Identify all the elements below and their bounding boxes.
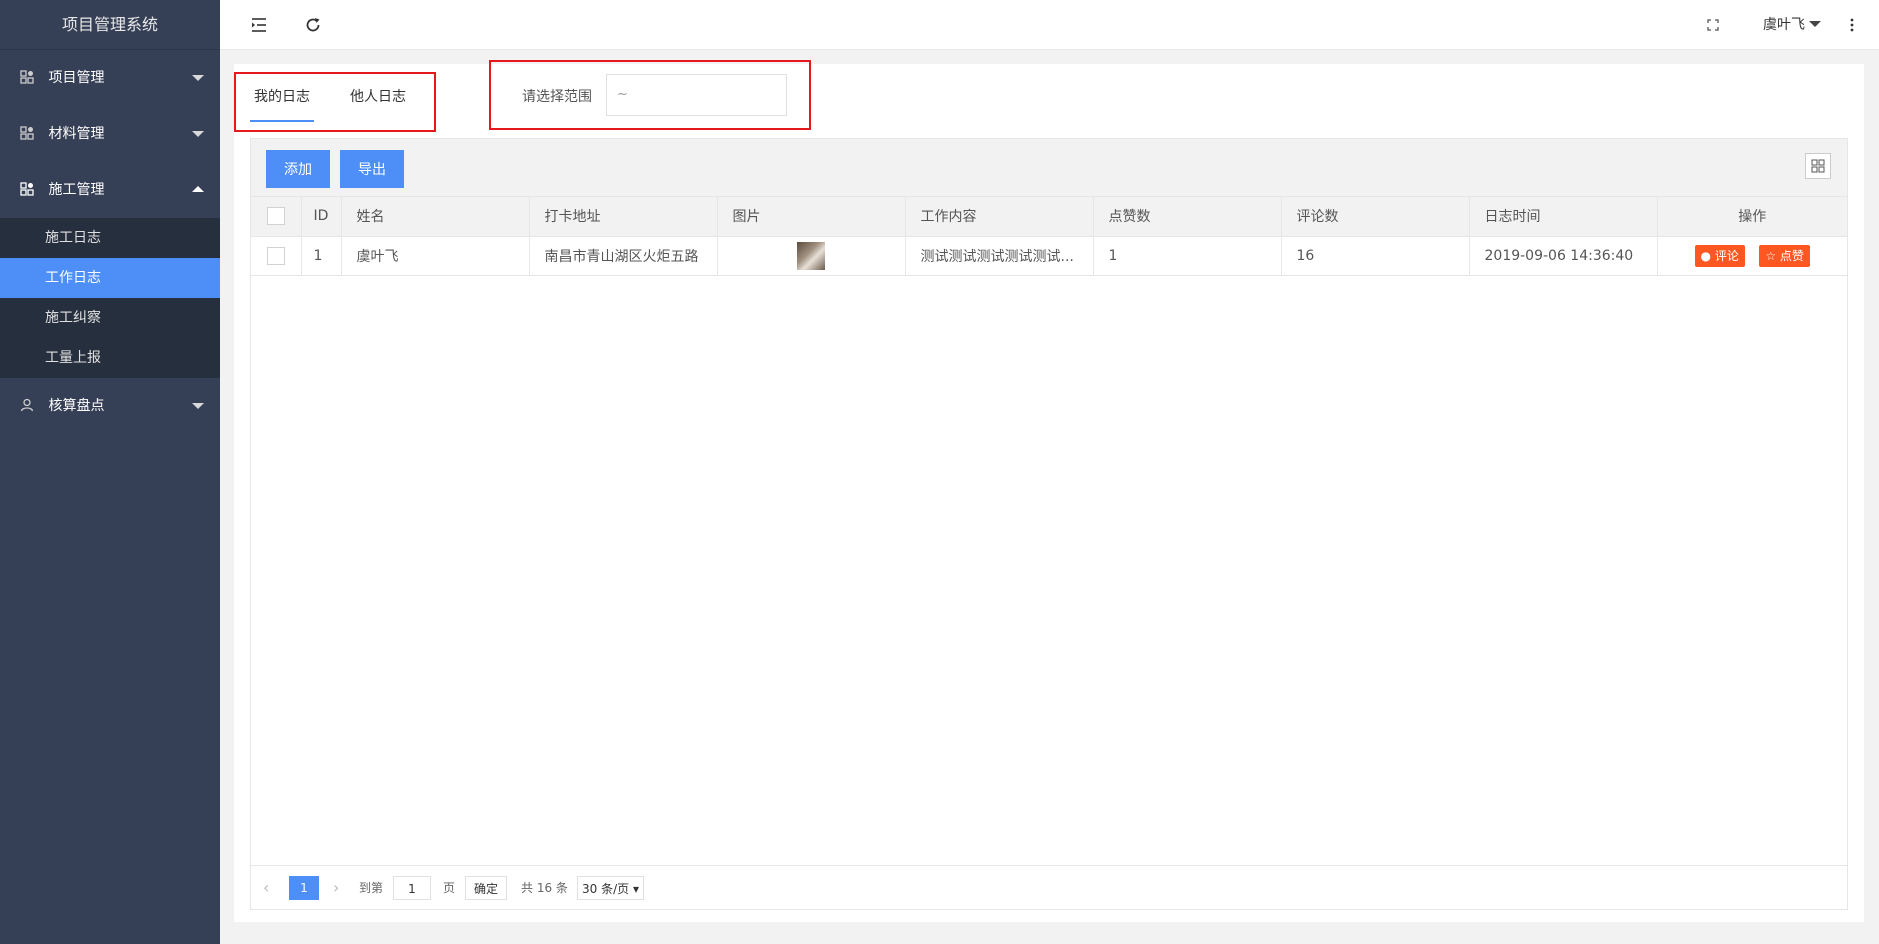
columns-icon[interactable] [1805,153,1831,179]
prev-page-icon[interactable]: ‹ [263,876,269,900]
user-name: 虞叶飞 [1763,17,1805,33]
cell-actions: ● 评论 ☆ 点赞 [1657,236,1847,276]
sidebar: 项目管理系统 项目管理 材料管理 施工管理 施工日志 工作日志 施工纠察 工量上… [0,0,220,944]
data-table-panel: 添加 导出 ID 姓名 打卡地址 图片 工作内容 点赞数 评论数 日志时间 操作… [250,138,1848,910]
cell-image [717,236,906,276]
more-icon[interactable] [1843,16,1861,34]
sidebar-item-workload-report[interactable]: 工量上报 [0,338,220,378]
top-bar: 虞叶飞 [220,0,1879,50]
table-toolbar: 添加 导出 [251,139,1847,197]
goto-confirm-button[interactable]: 确定 [465,876,508,900]
total-count: 共 16 条 [521,881,568,895]
content-card: 我的日志 他人日志 请选择范围 ~ 添加 导出 ID 姓名 打卡地址 图片 工作… [234,60,1864,922]
menu-accounting[interactable]: 核算盘点 [0,378,220,434]
column-header[interactable]: 操作 [1657,197,1847,237]
select-all-checkbox[interactable] [266,207,285,226]
sidebar-item-work-log[interactable]: 工作日志 [0,258,220,298]
sidebar-item-inspection[interactable]: 施工纠察 [0,298,220,338]
column-header[interactable]: ID [301,197,342,237]
page-unit-label: 页 [443,881,456,895]
comment-button[interactable]: ● 评论 [1694,244,1745,267]
fullscreen-icon[interactable] [1704,16,1722,34]
cell-content: 测试测试测试测试测试... [905,236,1094,276]
column-header[interactable]: 工作内容 [905,197,1094,237]
highlight-box-range [489,60,811,130]
export-button[interactable]: 导出 [340,150,404,188]
menu-material[interactable]: 材料管理 [0,106,220,162]
construction-submenu: 施工日志 工作日志 施工纠察 工量上报 [0,218,220,378]
star-icon: ☆ [1765,248,1777,263]
menu-label: 施工管理 [48,182,105,198]
highlight-box-tabs [234,72,436,132]
comment-label: 评论 [1714,248,1739,263]
menu-project[interactable]: 项目管理 [0,50,220,106]
column-header[interactable]: 评论数 [1281,197,1470,237]
caret-down-icon [1809,21,1821,27]
user-icon [20,398,34,412]
column-header[interactable]: 日志时间 [1469,197,1658,237]
grid-icon [20,182,34,196]
goto-page-input[interactable]: 1 [393,876,431,900]
log-photo-thumbnail[interactable] [797,241,825,270]
page-size-value: 30 条/页 [582,882,630,896]
chevron-down-icon [192,131,204,137]
cell-time: 2019-09-06 14:36:40 [1469,236,1658,276]
table-header-row: ID 姓名 打卡地址 图片 工作内容 点赞数 评论数 日志时间 操作 [251,197,1847,237]
page-number-current[interactable]: 1 [289,876,319,900]
grid-icon [20,70,34,84]
like-button[interactable]: ☆ 点赞 [1759,244,1810,267]
menu-construction[interactable]: 施工管理 [0,162,220,218]
cell-id: 1 [301,236,342,276]
row-select-cell [251,236,302,276]
next-page-icon[interactable]: › [333,876,339,900]
refresh-icon[interactable] [304,16,322,34]
menu-label: 项目管理 [48,70,105,86]
chevron-down-icon [192,75,204,81]
grid-icon [20,126,34,140]
like-label: 点赞 [1779,248,1804,263]
menu-label: 核算盘点 [48,398,105,414]
chevron-down-icon [192,403,204,409]
column-header[interactable]: 姓名 [341,197,530,237]
column-header[interactable]: 打卡地址 [529,197,718,237]
menu-label: 材料管理 [48,126,105,142]
cell-likes: 1 [1093,236,1282,276]
cell-name: 虞叶飞 [341,236,530,276]
add-button[interactable]: 添加 [266,150,330,188]
log-table: ID 姓名 打卡地址 图片 工作内容 点赞数 评论数 日志时间 操作 1 虞叶飞… [251,197,1847,276]
user-menu[interactable]: 虞叶飞 [1763,0,1821,50]
row-checkbox[interactable] [266,246,285,265]
page-size-select[interactable]: 30 条/页 ▾ [577,876,644,900]
table-row[interactable]: 1 虞叶飞 南昌市青山湖区火炬五路 测试测试测试测试测试... 1 16 201… [251,236,1847,276]
menu-fold-icon[interactable] [250,16,268,34]
cell-address: 南昌市青山湖区火炬五路 [529,236,718,276]
column-header[interactable]: 图片 [717,197,906,237]
chevron-up-icon [192,186,204,192]
comment-icon: ● [1700,248,1712,263]
app-logo-title: 项目管理系统 [0,0,220,50]
sidebar-item-construction-log[interactable]: 施工日志 [0,218,220,258]
select-all-cell [251,197,302,237]
goto-label: 到第 [359,881,384,895]
column-header[interactable]: 点赞数 [1093,197,1282,237]
cell-comments: 16 [1281,236,1470,276]
pagination: ‹ 1 › 到第 1 页 确定 共 16 条 30 条/页 ▾ [251,865,1847,909]
